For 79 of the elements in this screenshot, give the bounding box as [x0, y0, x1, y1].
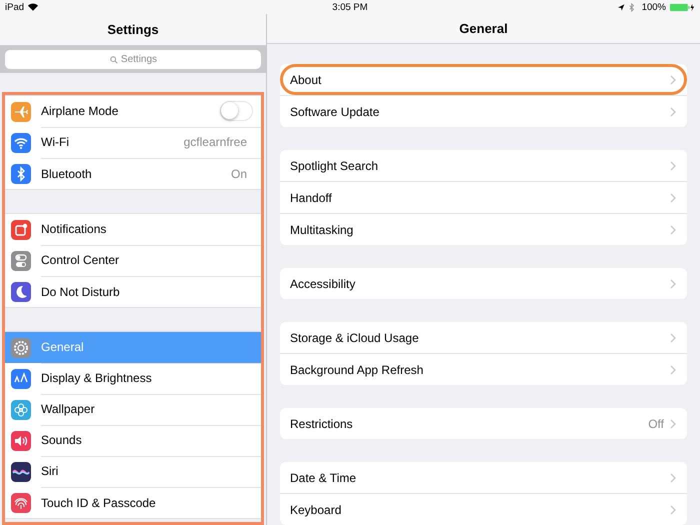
settings-row[interactable]: Handoff	[280, 182, 687, 213]
settings-row[interactable]: Multitasking	[280, 214, 687, 245]
battery-percent: 100%	[642, 2, 666, 12]
chevron-icon	[670, 224, 676, 234]
moon-icon	[11, 282, 31, 302]
sidebar-item[interactable]: Touch ID & Passcode	[5, 487, 261, 518]
battery-icon	[670, 2, 695, 12]
device-name: iPad	[5, 2, 24, 12]
chevron-icon	[670, 418, 676, 428]
wifi-icon	[11, 132, 31, 152]
sidebar-item[interactable]: Notifications	[5, 214, 261, 245]
item-label: Siri	[41, 464, 58, 478]
item-value: On	[230, 166, 247, 180]
sidebar-item[interactable]: Bluetooth On	[5, 158, 261, 189]
bluetooth-icon	[11, 164, 31, 184]
item-label: Background App Refresh	[290, 362, 424, 376]
settings-icon	[11, 338, 31, 358]
item-label: Software Update	[290, 104, 380, 118]
item-label: Wallpaper	[41, 402, 95, 416]
flower-icon	[11, 400, 31, 420]
settings-row[interactable]: Keyboard	[280, 494, 687, 525]
chevron-icon	[670, 364, 676, 374]
sidebar-item[interactable]: Wallpaper	[5, 394, 261, 425]
item-label: Airplane Mode	[41, 104, 118, 118]
item-label: Keyboard	[290, 502, 342, 516]
sidebar-item[interactable]: Siri	[5, 456, 261, 487]
settings-row[interactable]: Accessibility	[280, 268, 687, 299]
settings-row[interactable]: Storage & iCloud Usage	[280, 322, 687, 353]
settings-row[interactable]: Date & Time	[280, 462, 687, 493]
item-label: Wi-Fi	[41, 135, 69, 149]
switches-icon	[11, 250, 31, 270]
item-label: About	[290, 72, 322, 86]
chevron-icon	[670, 192, 676, 202]
settings-row[interactable]: Software Update	[280, 96, 687, 127]
item-label: Sounds	[41, 433, 82, 447]
item-value: gcflearnfree	[184, 135, 247, 149]
sidebar-item[interactable]: Do Not Disturb	[5, 276, 261, 307]
settings-row[interactable]: Spotlight Search	[280, 150, 687, 181]
chevron-icon	[670, 74, 676, 84]
item-label: Restrictions	[290, 416, 353, 430]
sidebar-item[interactable]: Display & Brightness	[5, 363, 261, 394]
search-field[interactable]: Settings	[5, 50, 261, 69]
chevron-icon	[670, 332, 676, 342]
item-label: Accessibility	[290, 276, 356, 290]
item-label: Control Center	[41, 253, 120, 267]
item-label: Date & Time	[290, 470, 356, 484]
item-value: Off	[648, 416, 664, 430]
sidebar-item[interactable]: Airplane Mode	[5, 96, 261, 127]
text-size-icon	[11, 368, 31, 388]
toggle-switch[interactable]	[220, 101, 253, 121]
speaker-icon	[11, 430, 31, 450]
item-label: Spotlight Search	[290, 158, 378, 172]
chevron-icon	[670, 106, 676, 116]
sidebar-item[interactable]: Control Center	[5, 245, 261, 276]
wifi-icon	[28, 3, 38, 11]
settings-row[interactable]: About	[280, 64, 687, 95]
item-label: Do Not Disturb	[41, 284, 120, 298]
item-label: Storage & iCloud Usage	[290, 330, 419, 344]
settings-row[interactable]: Background App Refresh	[280, 354, 687, 385]
chevron-icon	[670, 160, 676, 170]
item-label: Touch ID & Passcode	[41, 496, 156, 510]
plane-icon	[11, 102, 31, 122]
notifications-icon	[11, 220, 31, 240]
chevron-icon	[670, 504, 676, 514]
status-time: 3:05 PM	[331, 2, 369, 12]
item-label: Notifications	[41, 222, 106, 236]
item-label: General	[41, 340, 84, 354]
item-label: Handoff	[290, 190, 332, 204]
item-label: Display & Brightness	[41, 371, 152, 385]
item-label: Multitasking	[290, 222, 354, 236]
chevron-icon	[670, 278, 676, 288]
item-label: Bluetooth	[41, 166, 92, 180]
settings-row[interactable]: Restrictions Off	[280, 408, 687, 439]
chevron-icon	[670, 472, 676, 482]
nav-title: Settings	[107, 22, 159, 37]
sidebar-item[interactable]: Sounds	[5, 425, 261, 456]
sidebar-item[interactable]: Wi-Fi gcflearnfree	[5, 127, 261, 158]
wave-icon	[11, 462, 31, 482]
nav-title: General	[459, 21, 508, 36]
